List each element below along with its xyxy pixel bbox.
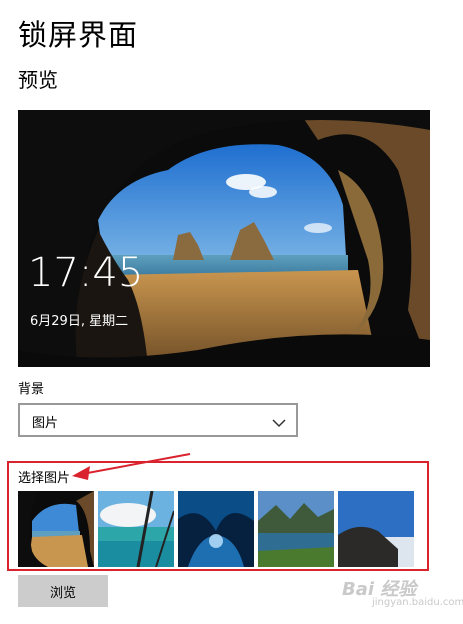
thumbnail-ice-cave[interactable]: [178, 491, 254, 567]
baidu-watermark-url: jingyan.baidu.com: [372, 597, 463, 608]
choose-picture-label: 选择图片: [18, 471, 71, 486]
browse-button[interactable]: 浏览: [18, 575, 108, 607]
thumbnail-ocean-clouds[interactable]: [98, 491, 174, 567]
background-selected-value: 图片: [32, 416, 59, 431]
preview-heading: 预览: [18, 68, 58, 92]
thumbnail-sea-cave[interactable]: [18, 491, 94, 567]
thumbnail-coast-cliff[interactable]: [338, 491, 414, 567]
lock-time: 17:45: [28, 250, 144, 296]
background-label: 背景: [18, 382, 45, 397]
background-dropdown[interactable]: 图片: [18, 403, 298, 437]
page-title: 锁屏界面: [18, 18, 139, 52]
thumbnail-mountain-lake[interactable]: [258, 491, 334, 567]
chevron-down-icon: [272, 413, 286, 432]
lock-date: 6月29日, 星期二: [30, 314, 129, 329]
lock-screen-preview: 17:45 6月29日, 星期二: [18, 110, 430, 367]
